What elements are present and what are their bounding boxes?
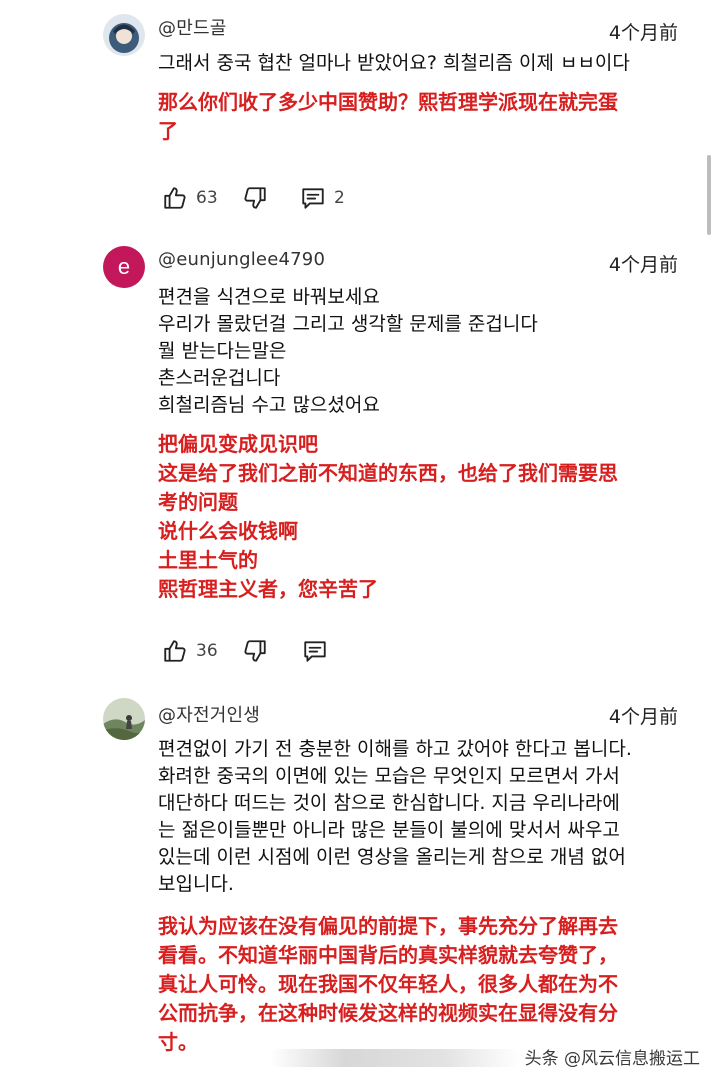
thumbs-down-icon: [244, 640, 266, 662]
comment-line: 그래서 중국 협찬 얼마나 받았어요? 희철리즘 이제 ㅂㅂ이다: [158, 52, 630, 74]
translation-line: 熙哲理主义者，您辛苦了: [158, 577, 378, 601]
translation-line: 看看。不知道华丽中国背后的真实样貌就去夸赞了，: [158, 943, 618, 967]
comment-line: 우리가 몰랐던걸 그리고 생각할 문제를 준겁니다: [158, 313, 538, 335]
comment-icon: [302, 188, 324, 209]
blurred-strip: [270, 1049, 520, 1067]
reply-button[interactable]: 2: [300, 183, 345, 213]
dislike-button[interactable]: [242, 636, 268, 666]
translation-line: 公而抗争，在这种时候发这样的视频实在显得没有分: [158, 1001, 618, 1025]
comment-time: 4个月前: [608, 706, 678, 728]
like-count: 63: [196, 188, 218, 208]
comment-actions: 36: [162, 636, 672, 668]
comment-line: 편견없이 가기 전 충분한 이해를 하고 갔어야 한다고 봅니다.: [158, 738, 632, 760]
translation-line: 了: [158, 119, 178, 143]
translation-line: 那么你们收了多少中国赞助？熙哲理学派现在就完蛋: [158, 90, 618, 114]
reply-count: 2: [334, 188, 345, 208]
comment-translation: 我认为应该在没有偏见的前提下，事先充分了解再去 看看。不知道华丽中国背后的真实样…: [158, 912, 688, 1057]
translation-line: 说什么会收钱啊: [158, 519, 298, 543]
comment-time: 4个月前: [608, 22, 678, 44]
translation-line: 真让人可怜。现在我国不仅年轻人，很多人都在为不: [158, 972, 618, 996]
comment-icon: [304, 641, 326, 662]
comment-line: 편견을 식견으로 바꿔보세요: [158, 286, 380, 308]
comment-text: 편견없이 가기 전 충분한 이해를 하고 갔어야 한다고 봅니다. 화려한 중국…: [158, 736, 688, 898]
dislike-button[interactable]: [242, 183, 268, 213]
translation-line: 土里土气的: [158, 548, 258, 572]
comment-line: 보입니다.: [158, 873, 234, 895]
avatar[interactable]: e: [103, 246, 145, 288]
like-count: 36: [196, 641, 218, 661]
translation-line: 把偏见变成见识吧: [158, 432, 318, 456]
watermark: 头条 @风云信息搬运工: [520, 1042, 704, 1071]
comment-author[interactable]: @만드골: [158, 14, 226, 40]
comment-time: 4个月前: [608, 254, 678, 276]
comment-translation: 那么你们收了多少中国赞助？熙哲理学派现在就完蛋 了: [158, 88, 688, 146]
like-button[interactable]: 63: [162, 183, 218, 213]
translation-line: 考的问题: [158, 490, 238, 514]
translation-line: 这是给了我们之前不知道的东西，也给了我们需要思: [158, 461, 618, 485]
avatar[interactable]: [103, 698, 145, 740]
comment-line: 있는데 이런 시점에 이런 영상을 올리는게 참으로 개념 없어: [158, 846, 626, 868]
avatar-letter: e: [117, 254, 131, 279]
comment-line: 촌스러운겁니다: [158, 367, 281, 389]
comment-actions: 63 2: [162, 183, 672, 215]
comment-line: 희철리즘님 수고 많으셨어요: [158, 394, 380, 416]
comment-translation: 把偏见变成见识吧 这是给了我们之前不知道的东西，也给了我们需要思 考的问题 说什…: [158, 430, 688, 604]
comment-author[interactable]: @eunjunglee4790: [158, 249, 325, 270]
comment-author[interactable]: @자전거인생: [158, 701, 260, 727]
comment-text: 편견을 식견으로 바꿔보세요 우리가 몰랐던걸 그리고 생각할 문제를 준겁니다…: [158, 284, 688, 419]
comment-line: 대단하다 떠드는 것이 참으로 한심합니다. 지금 우리나라에: [158, 792, 620, 814]
reply-button[interactable]: [302, 636, 328, 666]
translation-line: 我认为应该在没有偏见的前提下，事先充分了解再去: [158, 914, 618, 938]
thumbs-up-icon: [164, 640, 186, 662]
like-button[interactable]: 36: [162, 636, 218, 666]
comment-line: 뭘 받는다는말은: [158, 340, 287, 362]
comment-line: 화려한 중국의 이면에 있는 모습은 무엇인지 모르면서 가서: [158, 765, 620, 787]
scrollbar[interactable]: [707, 155, 711, 235]
thumbs-up-icon: [164, 187, 186, 209]
comment-line: 는 젊은이들뿐만 아니라 많은 분들이 불의에 맞서서 싸우고: [158, 819, 620, 841]
thumbs-down-icon: [244, 187, 266, 209]
avatar[interactable]: [103, 14, 145, 56]
comment-text: 그래서 중국 협찬 얼마나 받았어요? 희철리즘 이제 ㅂㅂ이다: [158, 50, 688, 77]
